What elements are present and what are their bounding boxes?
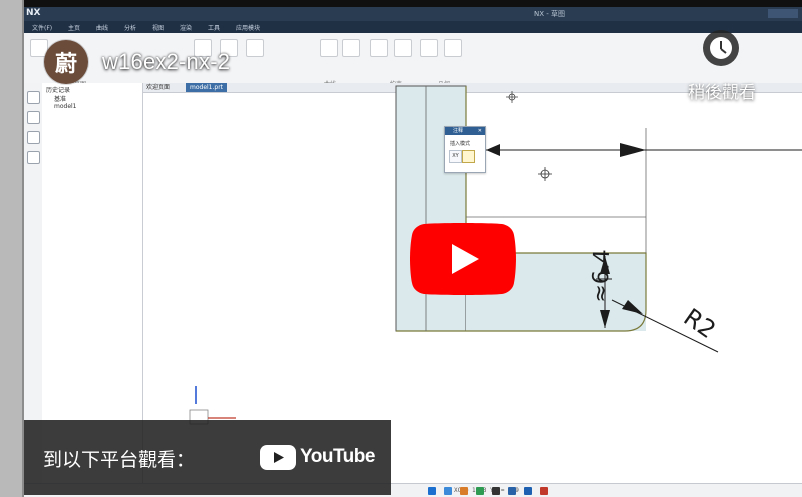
play-button[interactable] bbox=[410, 223, 516, 295]
dialog-mode-label: 插入模式 bbox=[450, 141, 471, 147]
dialog-header: 注释 ✕ bbox=[445, 127, 485, 135]
radius-dimension-label: R2 bbox=[679, 303, 721, 344]
video-embed[interactable]: NX NX - 草图 文件(F) 主页 曲线 分析 视图 渲染 工具 应用模块 … bbox=[0, 0, 802, 497]
channel-header: 蔚 w16ex2-nx-2 bbox=[44, 40, 230, 84]
close-icon[interactable]: ✕ bbox=[478, 127, 482, 135]
dialog-option-xy[interactable]: XY bbox=[449, 150, 462, 163]
dialog-title: 注释 bbox=[453, 128, 464, 134]
youtube-wordmark: YouTube bbox=[300, 446, 375, 467]
horizontal-dimension bbox=[486, 143, 802, 157]
center-crosshair-icon bbox=[506, 91, 552, 181]
video-title[interactable]: w16ex2-nx-2 bbox=[102, 49, 230, 75]
annotation-dialog: 注释 ✕ 插入模式 XY bbox=[444, 126, 486, 173]
watch-on-label: 到以下平台觀看： bbox=[43, 449, 196, 471]
dialog-option-2[interactable] bbox=[462, 150, 475, 163]
play-icon[interactable] bbox=[410, 223, 516, 295]
channel-avatar[interactable]: 蔚 bbox=[44, 40, 88, 84]
youtube-logo-icon bbox=[260, 444, 296, 470]
youtube-logo[interactable]: YouTube bbox=[260, 444, 375, 470]
watch-later-button[interactable]: 稍後觀看 bbox=[672, 30, 772, 110]
watch-later-label: 稍後觀看 bbox=[688, 83, 756, 103]
watch-later-icon[interactable] bbox=[703, 30, 739, 66]
axis-triad-icon bbox=[189, 386, 236, 425]
approx-dimension-label: ≈6.4 bbox=[588, 249, 615, 303]
watch-on-youtube-bar[interactable]: 到以下平台觀看： YouTube bbox=[24, 420, 391, 495]
